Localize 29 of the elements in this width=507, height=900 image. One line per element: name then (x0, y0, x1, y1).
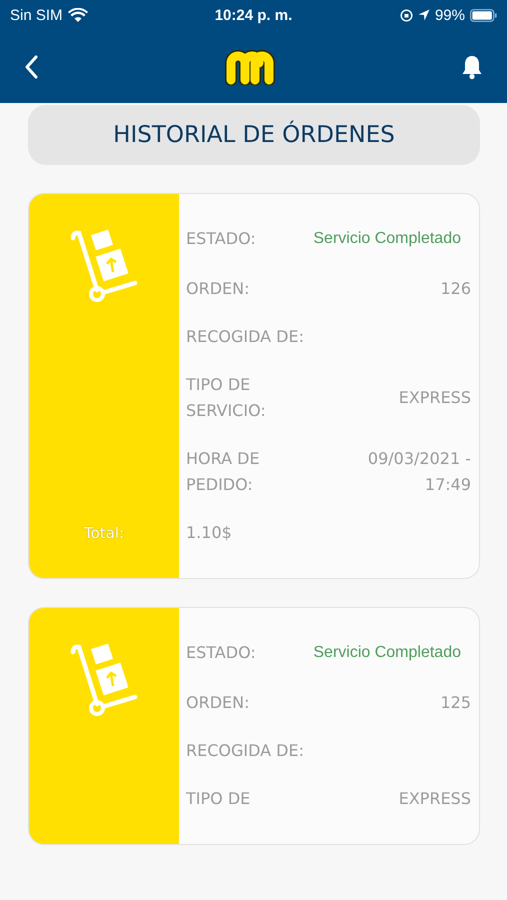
battery-percent-text: 99% (434, 6, 465, 24)
logo-icon (222, 48, 276, 84)
clock-text: 10:24 p. m. (214, 6, 292, 24)
order-card[interactable]: ESTADO: Servicio Completado ORDEN: 125 RECOGIDA DE: TIPO DE EXPRESS (28, 607, 480, 845)
order-card[interactable]: Total: ESTADO: Servicio Completado ORDEN: 126 RECOGIDA DE: TIPO DE SERVICIO: EXPRESS HORA DE PEDIDO: 09/03/2021 - 17:49 1.10$ (28, 193, 480, 579)
status-value: Servicio Completado (312, 229, 462, 249)
field-value: EXPRESS (398, 387, 471, 409)
carrier-text: Sin SIM (10, 6, 63, 24)
battery-icon (470, 8, 497, 22)
rotation-lock-icon (400, 8, 413, 22)
page-title: HISTORIAL DE ÓRDENES (28, 105, 480, 165)
field-label: TIPO DE (186, 788, 250, 810)
field-value: 126 (440, 278, 471, 300)
field-label: ESTADO: (186, 228, 256, 250)
field-value: 09/03/2021 - 17:49 (366, 448, 471, 496)
location-arrow-icon (418, 9, 430, 21)
field-label: TIPO DE SERVICIO: (186, 374, 267, 422)
field-label: RECOGIDA DE: (186, 326, 304, 348)
field-label: HORA DE PEDIDO: (186, 448, 261, 496)
field-label: ORDEN: (186, 278, 250, 300)
field-value: EXPRESS (398, 788, 471, 810)
status-value: Servicio Completado (312, 643, 462, 663)
total-value: 1.10$ (186, 522, 232, 544)
field-label: ESTADO: (186, 642, 256, 664)
field-value: 125 (440, 692, 471, 714)
wifi-icon (68, 8, 88, 22)
field-label: ORDEN: (186, 692, 250, 714)
field-label: RECOGIDA DE: (186, 740, 304, 762)
total-label: Total: (84, 523, 124, 544)
